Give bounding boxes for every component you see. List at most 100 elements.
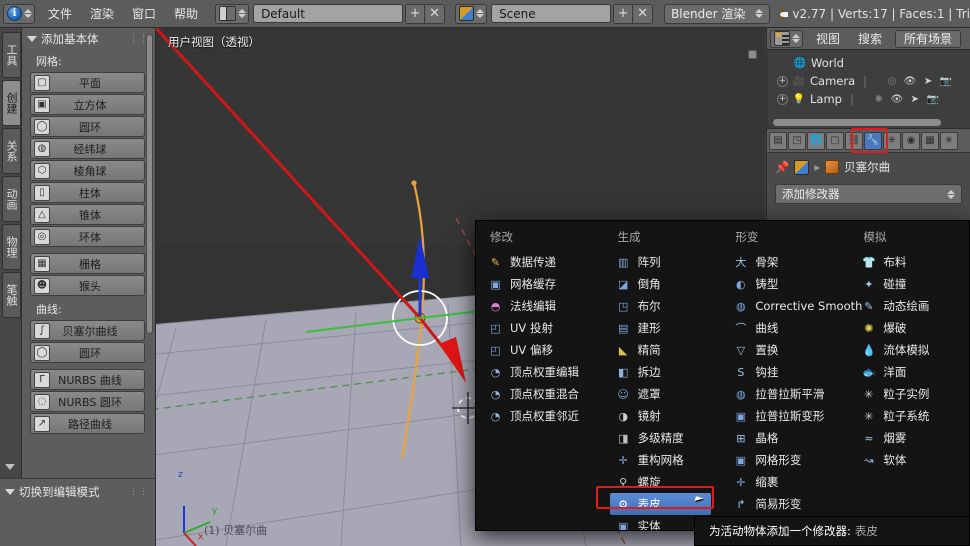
- x-axis-handle[interactable]: [156, 28, 420, 318]
- add-monkey-button[interactable]: ☻ 猴头: [30, 275, 145, 296]
- modifier-item-mirror[interactable]: ◑镜射: [610, 405, 722, 427]
- modifier-item-screw[interactable]: ⚲螺旋: [610, 471, 722, 493]
- render-engine-selector[interactable]: Blender 渲染: [664, 4, 770, 24]
- modifier-item-smoke[interactable]: ≈烟雾: [855, 427, 969, 449]
- restrict-select-icon[interactable]: ➤: [908, 93, 922, 106]
- properties-tab-texture[interactable]: ▦: [921, 132, 939, 150]
- scene-name-field[interactable]: Scene: [491, 4, 611, 23]
- modifier-item-corrective-smooth[interactable]: ◍Corrective Smooth: [727, 295, 849, 317]
- add-plane-button[interactable]: ▢ 平面: [30, 72, 145, 93]
- modifier-item-vertex-weight-edit[interactable]: ◔顶点权重编辑: [482, 361, 604, 383]
- sidebar-item-physics[interactable]: 物理: [2, 224, 21, 270]
- modifier-item-particle-system[interactable]: ✳粒子系统: [855, 405, 969, 427]
- modifier-item-edge-split[interactable]: ◧拆边: [610, 361, 722, 383]
- add-uv-sphere-button[interactable]: ◍ 经纬球: [30, 138, 145, 159]
- modifier-item-laplacian-deform[interactable]: ▣拉普拉斯变形: [727, 405, 849, 427]
- modifier-item-boolean[interactable]: ◳布尔: [610, 295, 722, 317]
- modifier-item-ocean[interactable]: 🐟洋面: [855, 361, 969, 383]
- toolshelf-scrollbar[interactable]: [146, 34, 153, 334]
- editor-type-selector[interactable]: i: [3, 4, 35, 24]
- modifier-item-simple-deform[interactable]: ↱简易形变: [727, 493, 849, 515]
- outliner-row-camera[interactable]: + 🎥 Camera | ◎ 👁 ➤ 📷: [767, 72, 970, 90]
- collapse-arrow-icon[interactable]: [5, 464, 15, 470]
- modifier-item-mesh-deform[interactable]: ▣网格形变: [727, 449, 849, 471]
- modifier-item-mesh-cache[interactable]: ▣网格缓存: [482, 273, 604, 295]
- add-scene-button[interactable]: +: [613, 4, 633, 24]
- modifier-item-decimate[interactable]: ◣精简: [610, 339, 722, 361]
- add-path-curve-button[interactable]: ↗ 路径曲线: [30, 413, 145, 434]
- modifier-item-uv-project[interactable]: ◰UV 投射: [482, 317, 604, 339]
- restrict-render-icon[interactable]: ◎: [885, 75, 899, 88]
- add-cone-button[interactable]: △ 锥体: [30, 204, 145, 225]
- modifier-item-array[interactable]: ▥阵列: [610, 251, 722, 273]
- add-ico-sphere-button[interactable]: ⬡ 棱角球: [30, 160, 145, 181]
- sidebar-item-relations[interactable]: 关系: [2, 128, 21, 174]
- properties-tab-particles[interactable]: ✳: [940, 132, 958, 150]
- modifier-item-mask[interactable]: ☺遮罩: [610, 383, 722, 405]
- modifier-item-lattice[interactable]: ⊞晶格: [727, 427, 849, 449]
- properties-tab-world[interactable]: 🌐: [807, 132, 825, 150]
- add-grid-button[interactable]: ▦ 栅格: [30, 253, 145, 274]
- modifier-item-dynamic-paint[interactable]: ✎动态绘画: [855, 295, 969, 317]
- expand-toggle-icon[interactable]: +: [777, 94, 788, 105]
- properties-tab-object[interactable]: ▢: [826, 132, 844, 150]
- scene-selector[interactable]: [455, 4, 487, 24]
- sidebar-item-create[interactable]: 创建: [2, 80, 21, 126]
- restrict-view-icon[interactable]: 👁: [890, 93, 904, 106]
- add-nurbs-circle-button[interactable]: ◌ NURBS 圆环: [30, 391, 145, 412]
- modifier-item-curve[interactable]: ⌒曲线: [727, 317, 849, 339]
- outliner-row-world[interactable]: 🌐 World: [767, 54, 970, 72]
- outliner-menu-view[interactable]: 视图: [807, 27, 849, 50]
- modifier-item-explode[interactable]: ✺爆破: [855, 317, 969, 339]
- modifier-item-skin[interactable]: ⚙表皮: [610, 493, 712, 515]
- screen-layout-name[interactable]: Default: [253, 4, 403, 23]
- modifier-item-shrinkwrap[interactable]: ✛缩裹: [727, 471, 849, 493]
- restrict-render-camera-icon[interactable]: 📷: [926, 93, 940, 106]
- modifier-item-cast[interactable]: ◐铸型: [727, 273, 849, 295]
- restrict-render-camera-icon[interactable]: 📷: [939, 75, 953, 88]
- modifier-item-hook[interactable]: S钩挂: [727, 361, 849, 383]
- expand-toggle-icon[interactable]: +: [777, 76, 788, 87]
- add-cube-button[interactable]: ▣ 立方体: [30, 94, 145, 115]
- modifier-item-laplacian-smooth[interactable]: ◍拉普拉斯平滑: [727, 383, 849, 405]
- properties-tab-material[interactable]: ◉: [902, 132, 920, 150]
- restrict-render-icon[interactable]: ✺: [872, 93, 886, 106]
- outliner-editor-type[interactable]: [770, 30, 803, 48]
- modifier-item-multiresolution[interactable]: ◨多级精度: [610, 427, 722, 449]
- modifier-item-particle-instance[interactable]: ✳粒子实例: [855, 383, 969, 405]
- modifier-item-soft-body[interactable]: ↝软体: [855, 449, 969, 471]
- sidebar-item-grease-pencil[interactable]: 笔触: [2, 272, 21, 318]
- menu-render[interactable]: 渲染: [81, 2, 123, 25]
- add-cylinder-button[interactable]: ▯ 柱体: [30, 182, 145, 203]
- panel-header-add-primitive[interactable]: 添加基本体 ⋮⋮: [22, 28, 155, 49]
- properties-tab-scene[interactable]: ◳: [788, 132, 806, 150]
- viewport-gizmo-toggle[interactable]: [748, 50, 757, 59]
- menu-file[interactable]: 文件: [39, 2, 81, 25]
- modifier-item-bevel[interactable]: ◪倒角: [610, 273, 722, 295]
- properties-tab-render[interactable]: ▤: [769, 132, 787, 150]
- add-bezier-circle-button[interactable]: ◯ 圆环: [30, 342, 145, 363]
- menu-window[interactable]: 窗口: [123, 2, 165, 25]
- properties-tab-constraints[interactable]: ⛓: [845, 132, 863, 150]
- pin-icon[interactable]: 📌: [775, 160, 789, 174]
- add-screen-button[interactable]: +: [405, 4, 425, 24]
- add-modifier-menu[interactable]: 修改 ✎数据传递 ▣网格缓存 ◓法线编辑 ◰UV 投射 ◰UV 偏移 ◔顶点权重…: [475, 220, 970, 531]
- modifier-item-build[interactable]: ▤建形: [610, 317, 722, 339]
- modifier-item-cloth[interactable]: 👕布料: [855, 251, 969, 273]
- add-nurbs-curve-button[interactable]: Γ NURBS 曲线: [30, 369, 145, 390]
- panel-header-edit-mode[interactable]: 切换到编辑模式 ⋮⋮: [0, 479, 155, 502]
- outliner-menu-search[interactable]: 搜索: [849, 27, 891, 50]
- properties-tab-modifiers[interactable]: 🔧: [864, 132, 882, 150]
- modifier-item-normal-edit[interactable]: ◓法线编辑: [482, 295, 604, 317]
- sidebar-item-animation[interactable]: 动画: [2, 176, 21, 222]
- modifier-item-armature[interactable]: 大骨架: [727, 251, 849, 273]
- add-bezier-curve-button[interactable]: ∫ 贝塞尔曲线: [30, 320, 145, 341]
- add-modifier-dropdown[interactable]: 添加修改器: [775, 184, 962, 204]
- add-torus-button[interactable]: ◎ 环体: [30, 226, 145, 247]
- modifier-item-vertex-weight-proximity[interactable]: ◔顶点权重邻近: [482, 405, 604, 427]
- modifier-item-collision[interactable]: ✦碰撞: [855, 273, 969, 295]
- restrict-view-icon[interactable]: 👁: [903, 75, 917, 88]
- screen-layout-selector[interactable]: [215, 4, 249, 24]
- modifier-item-vertex-weight-mix[interactable]: ◔顶点权重混合: [482, 383, 604, 405]
- modifier-item-fluid-sim[interactable]: 💧流体模拟: [855, 339, 969, 361]
